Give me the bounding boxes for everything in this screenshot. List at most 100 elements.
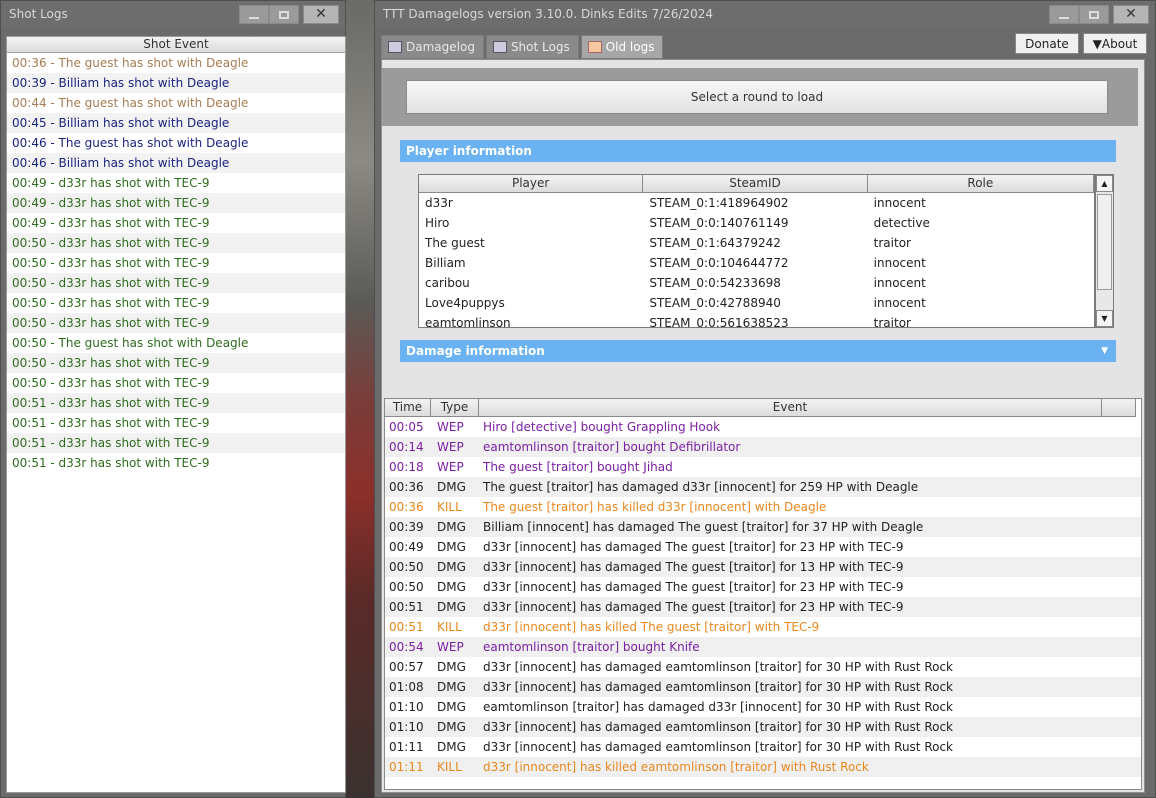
player-row[interactable]: Billiam STEAM_0:0:104644772 innocent [419, 253, 1094, 273]
event-type: DMG [437, 660, 466, 674]
event-row[interactable]: 00:36 KILL The guest [traitor] has killed … [385, 497, 1141, 517]
tab-bar: Damagelog Shot Logs Old logs [381, 35, 665, 59]
shot-event-row[interactable]: 00:39 - Billiam has shot with Deagle [7, 73, 345, 93]
minimize-button[interactable] [239, 5, 269, 24]
event-type: DMG [437, 560, 466, 574]
shot-event-row[interactable]: 00:49 - d33r has shot with TEC-9 [7, 213, 345, 233]
event-time: 00:54 [389, 640, 424, 654]
shot-event-row[interactable]: 00:46 - The guest has shot with Deagle [7, 133, 345, 153]
event-text: d33r [innocent] has damaged eamtomlinson… [483, 740, 954, 754]
about-button[interactable]: ▼About [1083, 33, 1147, 54]
player-row[interactable]: Love4puppys STEAM_0:0:42788940 innocent [419, 293, 1094, 313]
column-player[interactable]: Player [419, 175, 644, 193]
player-role: innocent [873, 196, 926, 210]
donate-button[interactable]: Donate [1015, 33, 1079, 54]
player-row[interactable]: eamtomlinson STEAM_0:0:561638523 traitor [419, 313, 1094, 327]
shot-event-row[interactable]: 00:36 - The guest has shot with Deagle [7, 53, 345, 73]
shot-event-row[interactable]: 00:50 - d33r has shot with TEC-9 [7, 273, 345, 293]
scroll-down-icon[interactable]: ▼ [1096, 310, 1113, 327]
shot-event-header[interactable]: Shot Event [7, 37, 345, 53]
shot-logs-titlebar[interactable]: Shot Logs ✕ [1, 1, 345, 28]
event-text: d33r [innocent] has killed The guest [tr… [483, 620, 820, 634]
event-row[interactable]: 00:51 KILL d33r [innocent] has killed The … [385, 617, 1141, 637]
column-role[interactable]: Role [867, 175, 1094, 193]
event-row[interactable]: 00:54 WEP eamtomlinson [traitor] bought Kn… [385, 637, 1141, 657]
event-row[interactable]: 01:08 DMG d33r [innocent] has damaged eamt… [385, 677, 1141, 697]
event-row[interactable]: 00:49 DMG d33r [innocent] has damaged The … [385, 537, 1141, 557]
shot-event-row[interactable]: 00:49 - d33r has shot with TEC-9 [7, 193, 345, 213]
player-table-scrollbar[interactable]: ▲ ▼ [1095, 174, 1114, 328]
column-time[interactable]: Time [385, 399, 431, 417]
shot-event-row[interactable]: 00:46 - Billiam has shot with Deagle [7, 153, 345, 173]
player-name: d33r [425, 196, 453, 210]
event-row[interactable]: 00:51 DMG d33r [innocent] has damaged The … [385, 597, 1141, 617]
shot-event-list[interactable]: Shot Event 00:36 - The guest has shot wi… [6, 36, 346, 793]
event-type: DMG [437, 680, 466, 694]
event-time: 00:36 [389, 500, 424, 514]
shot-event-row[interactable]: 00:50 - d33r has shot with TEC-9 [7, 353, 345, 373]
column-type[interactable]: Type [431, 399, 479, 417]
event-time: 00:49 [389, 540, 424, 554]
maximize-button[interactable] [1079, 5, 1109, 24]
shot-event-row[interactable]: 00:51 - d33r has shot with TEC-9 [7, 453, 345, 473]
event-row[interactable]: 00:50 DMG d33r [innocent] has damaged The … [385, 577, 1141, 597]
player-row[interactable]: d33r STEAM_0:1:418964902 innocent [419, 193, 1094, 213]
close-button[interactable]: ✕ [303, 5, 339, 24]
select-round-button[interactable]: Select a round to load [406, 80, 1108, 114]
scrollbar-thumb[interactable] [1097, 194, 1112, 290]
event-row[interactable]: 01:10 DMG d33r [innocent] has damaged eamt… [385, 717, 1141, 737]
event-text: d33r [innocent] has damaged The guest [t… [483, 560, 904, 574]
window-title: TTT Damagelogs version 3.10.0. Dinks Edi… [383, 7, 713, 21]
shot-event-row[interactable]: 00:45 - Billiam has shot with Deagle [7, 113, 345, 133]
category-label: Player information [406, 144, 532, 158]
shot-event-row[interactable]: 00:50 - d33r has shot with TEC-9 [7, 373, 345, 393]
shot-event-row[interactable]: 00:50 - d33r has shot with TEC-9 [7, 293, 345, 313]
event-text: The guest [traitor] bought Jihad [483, 460, 673, 474]
event-type: KILL [437, 760, 462, 774]
shot-event-row[interactable]: 00:50 - The guest has shot with Deagle [7, 333, 345, 353]
damage-information-header[interactable]: Damage information ▼ [400, 340, 1116, 362]
event-row[interactable]: 00:50 DMG d33r [innocent] has damaged The … [385, 557, 1141, 577]
player-name: The guest [425, 236, 485, 250]
player-table[interactable]: Player SteamID Role d33r STEAM_0:1:418964… [418, 174, 1095, 328]
shot-event-row[interactable]: 00:50 - d33r has shot with TEC-9 [7, 313, 345, 333]
shot-event-row[interactable]: 00:51 - d33r has shot with TEC-9 [7, 413, 345, 433]
old-logs-panel: Select a round to load Player informatio… [381, 59, 1145, 793]
event-row[interactable]: 01:11 DMG d33r [innocent] has damaged eamt… [385, 737, 1141, 757]
scroll-up-icon[interactable]: ▲ [1096, 175, 1113, 192]
event-type: WEP [437, 420, 464, 434]
column-event[interactable]: Event [479, 399, 1102, 417]
player-row[interactable]: caribou STEAM_0:0:54233698 innocent [419, 273, 1094, 293]
shot-event-row[interactable]: 00:51 - d33r has shot with TEC-9 [7, 393, 345, 413]
minimize-icon [1059, 16, 1069, 19]
shot-event-row[interactable]: 00:50 - d33r has shot with TEC-9 [7, 233, 345, 253]
maximize-icon [279, 10, 289, 19]
event-row[interactable]: 00:57 DMG d33r [innocent] has damaged eamt… [385, 657, 1141, 677]
event-table[interactable]: Time Type Event 00:05 WEP Hiro [detective]… [384, 398, 1142, 790]
tab-shot-logs[interactable]: Shot Logs [485, 35, 579, 59]
tab-old-logs[interactable]: Old logs [580, 35, 664, 59]
damagelogs-titlebar[interactable]: TTT Damagelogs version 3.10.0. Dinks Edi… [375, 1, 1155, 28]
column-extra [1102, 399, 1136, 417]
shot-event-row[interactable]: 00:49 - d33r has shot with TEC-9 [7, 173, 345, 193]
player-row[interactable]: Hiro STEAM_0:0:140761149 detective [419, 213, 1094, 233]
event-text: d33r [innocent] has damaged eamtomlinson… [483, 680, 954, 694]
shot-event-row[interactable]: 00:51 - d33r has shot with TEC-9 [7, 433, 345, 453]
event-row[interactable]: 00:39 DMG Billiam [innocent] has damaged T… [385, 517, 1141, 537]
player-row[interactable]: The guest STEAM_0:1:64379242 traitor [419, 233, 1094, 253]
event-row[interactable]: 00:05 WEP Hiro [detective] bought Grapplin… [385, 417, 1141, 437]
event-row[interactable]: 01:11 KILL d33r [innocent] has killed eamt… [385, 757, 1141, 777]
column-steamid[interactable]: SteamID [643, 175, 868, 193]
game-scene-strip [346, 0, 374, 798]
minimize-button[interactable] [1049, 5, 1079, 24]
maximize-button[interactable] [269, 5, 299, 24]
player-information-header[interactable]: Player information [400, 140, 1116, 162]
event-row[interactable]: 00:36 DMG The guest [traitor] has damaged … [385, 477, 1141, 497]
tab-damagelog[interactable]: Damagelog [381, 35, 484, 59]
close-button[interactable]: ✕ [1113, 5, 1149, 24]
event-row[interactable]: 00:14 WEP eamtomlinson [traitor] bought De… [385, 437, 1141, 457]
shot-event-row[interactable]: 00:50 - d33r has shot with TEC-9 [7, 253, 345, 273]
event-row[interactable]: 01:10 DMG eamtomlinson [traitor] has damag… [385, 697, 1141, 717]
event-row[interactable]: 00:18 WEP The guest [traitor] bought Jihad [385, 457, 1141, 477]
shot-event-row[interactable]: 00:44 - The guest has shot with Deagle [7, 93, 345, 113]
